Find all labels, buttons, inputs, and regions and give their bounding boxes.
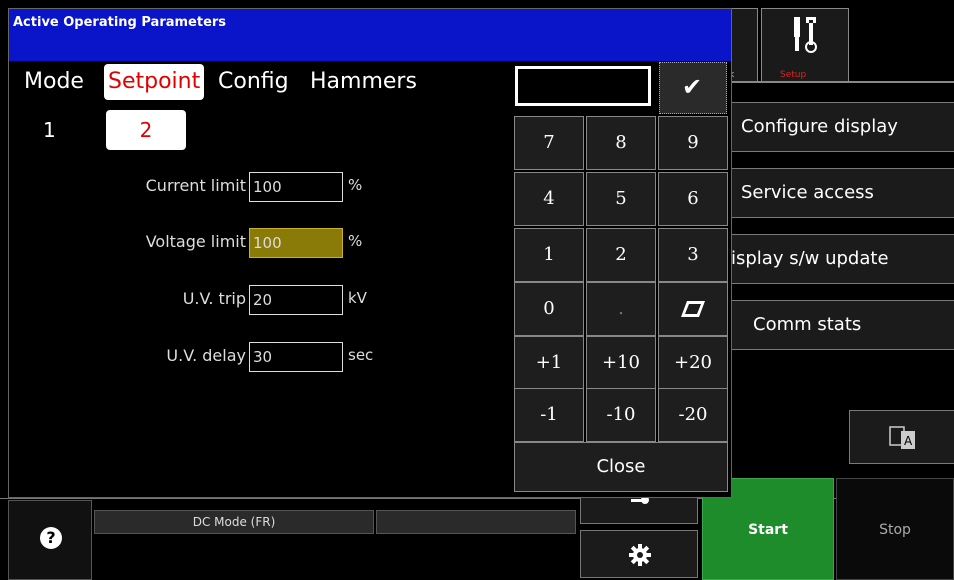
uv-delay-label: U.V. delay [166, 346, 246, 365]
key-8[interactable]: 8 [586, 116, 656, 170]
key-plus-1[interactable]: +1 [514, 336, 584, 390]
key-minus-10[interactable]: -10 [586, 388, 656, 442]
key-9[interactable]: 9 [658, 116, 728, 170]
current-limit-label: Current limit [145, 176, 246, 195]
uv-trip-label: U.V. trip [182, 289, 246, 308]
voltage-limit-unit: % [348, 232, 363, 250]
key-plus-10[interactable]: +10 [586, 336, 656, 390]
service-access-label: Service access [741, 182, 874, 203]
key-2[interactable]: 2 [586, 228, 656, 282]
question-icon: ? [40, 527, 62, 549]
close-button[interactable]: Close [514, 442, 728, 492]
stop-button[interactable]: Stop [836, 478, 954, 580]
gear-icon [629, 544, 651, 566]
checkmark-icon: ✔ [682, 73, 703, 101]
display-sw-update-label: isplay s/w update [731, 248, 889, 269]
help-button[interactable]: ? [8, 500, 92, 580]
tab-hammers[interactable]: Hammers [306, 64, 421, 100]
key-0[interactable]: 0 [514, 282, 584, 336]
tab-mode[interactable]: Mode [20, 64, 88, 100]
key-4[interactable]: 4 [514, 172, 584, 226]
tools-icon [794, 17, 817, 53]
key-minus-1[interactable]: -1 [514, 388, 584, 442]
comm-stats-button[interactable]: Comm stats [726, 300, 954, 350]
setpoint-2[interactable]: 2 [106, 110, 186, 150]
key-3[interactable]: 3 [658, 228, 728, 282]
comm-stats-label: Comm stats [753, 314, 862, 335]
key-5[interactable]: 5 [586, 172, 656, 226]
translate-icon: A [889, 426, 915, 449]
dialog-title: Active Operating Parameters [9, 9, 731, 61]
tab-baseline [726, 81, 954, 83]
confirm-button[interactable]: ✔ [659, 62, 727, 114]
keypad-display [515, 66, 651, 106]
svg-text:A: A [904, 434, 913, 448]
uv-delay-input[interactable] [249, 342, 343, 372]
key-erase[interactable] [658, 282, 728, 336]
uv-trip-input[interactable] [249, 285, 343, 315]
language-button[interactable]: A [849, 410, 954, 464]
display-sw-update-button[interactable]: isplay s/w update [726, 234, 954, 284]
setpoint-1[interactable]: 1 [43, 118, 56, 142]
voltage-limit-input[interactable] [249, 228, 343, 258]
tab-config[interactable]: Config [214, 64, 293, 100]
status-mode: DC Mode (FR) [94, 510, 374, 534]
key-7[interactable]: 7 [514, 116, 584, 170]
current-limit-unit: % [348, 176, 363, 194]
settings-button[interactable] [580, 530, 698, 578]
uv-trip-unit: kV [348, 289, 367, 307]
eraser-icon [681, 301, 705, 317]
setup-tab-label: Setup [780, 70, 807, 80]
key-decimal[interactable]: . [586, 282, 656, 336]
voltage-limit-label: Voltage limit [145, 232, 246, 251]
uv-delay-unit: sec [348, 346, 374, 364]
configure-display-label: Configure display [741, 116, 898, 137]
tab-setpoint[interactable]: Setpoint [104, 64, 205, 100]
key-plus-20[interactable]: +20 [658, 336, 728, 390]
key-minus-20[interactable]: -20 [658, 388, 728, 442]
current-limit-input[interactable] [249, 172, 343, 202]
tab-setup[interactable]: Setup [761, 8, 849, 82]
status-secondary [376, 510, 576, 534]
key-1[interactable]: 1 [514, 228, 584, 282]
service-access-button[interactable]: Service access [726, 168, 954, 218]
key-6[interactable]: 6 [658, 172, 728, 226]
configure-display-button[interactable]: Configure display [726, 102, 954, 152]
